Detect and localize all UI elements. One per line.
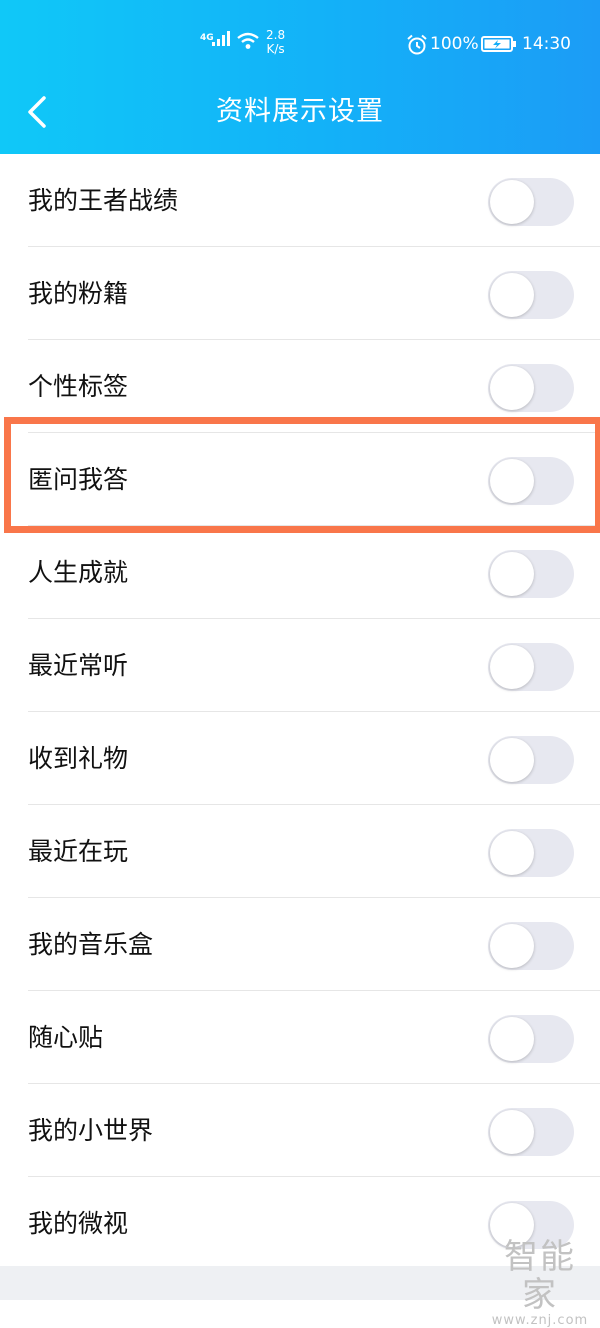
toggle-switch[interactable] [488,271,574,319]
alarm-clock-icon [407,34,427,55]
app-header: 4G 2.8 K/s 100% 14:30 资料展示设置 [0,0,600,154]
page-title: 资料展示设置 [216,96,384,127]
setting-label: 人生成就 [28,558,129,587]
setting-label: 最近在玩 [28,837,129,866]
toggle-knob [490,459,534,503]
toggle-knob [490,552,534,596]
toggle-switch[interactable] [488,829,574,877]
toggle-knob [490,924,534,968]
setting-label: 我的王者战绩 [28,186,179,215]
toggle-knob [490,1110,534,1154]
setting-row-free-stickers: 随心贴 [0,991,600,1084]
setting-label: 我的音乐盒 [28,930,154,959]
title-bar: 资料展示设置 [0,82,600,142]
setting-label: 我的微视 [28,1209,129,1238]
toggle-knob [490,273,534,317]
setting-label: 匿问我答 [28,465,129,494]
setting-row-small-world: 我的小世界 [0,1084,600,1177]
battery-charging-icon [481,36,516,52]
toggle-switch[interactable] [488,1108,574,1156]
settings-list: 我的王者战绩 我的粉籍 个性标签 匿问我答 人生成就 最近常听 收到礼物 最近在… [0,154,600,1270]
toggle-switch[interactable] [488,922,574,970]
setting-row-music-box: 我的音乐盒 [0,898,600,991]
setting-row-fan-membership: 我的粉籍 [0,247,600,340]
toggle-switch[interactable] [488,736,574,784]
toggle-switch[interactable] [488,1015,574,1063]
toggle-knob [490,831,534,875]
toggle-switch[interactable] [488,457,574,505]
watermark-url: www.znj.com [491,1313,589,1328]
wifi-icon [237,32,259,49]
toggle-switch[interactable] [488,643,574,691]
watermark-logo-text: 智能家 [504,1237,576,1315]
cellular-signal-icon [212,31,230,46]
setting-label: 我的粉籍 [28,279,129,308]
setting-row-recently-playing: 最近在玩 [0,805,600,898]
toggle-switch[interactable] [488,364,574,412]
status-bar: 4G 2.8 K/s 100% 14:30 [0,22,600,66]
toggle-knob [490,366,534,410]
network-speed: 2.8 K/s [266,28,285,56]
clock-time: 14:30 [522,34,571,54]
speed-value: 2.8 [266,28,286,42]
setting-label: 个性标签 [28,372,129,401]
setting-label: 最近常听 [28,651,129,680]
setting-label: 我的小世界 [28,1116,154,1145]
toggle-knob [490,180,534,224]
battery-percent: 100% [430,34,479,54]
setting-label: 收到礼物 [28,744,129,773]
setting-row-personal-tags: 个性标签 [0,340,600,433]
toggle-knob [490,738,534,782]
speed-unit: K/s [266,42,285,56]
setting-row-received-gifts: 收到礼物 [0,712,600,805]
setting-row-life-achievements: 人生成就 [0,526,600,619]
setting-row-recently-listened: 最近常听 [0,619,600,712]
toggle-switch[interactable] [488,178,574,226]
setting-row-anonymous-qa: 匿问我答 [0,433,600,526]
toggle-knob [490,1017,534,1061]
site-watermark: 智能家 www.znj.com [487,1238,593,1328]
setting-row-king-glory-record: 我的王者战绩 [0,154,600,247]
toggle-knob [490,645,534,689]
setting-label: 随心贴 [28,1023,104,1052]
toggle-switch[interactable] [488,550,574,598]
